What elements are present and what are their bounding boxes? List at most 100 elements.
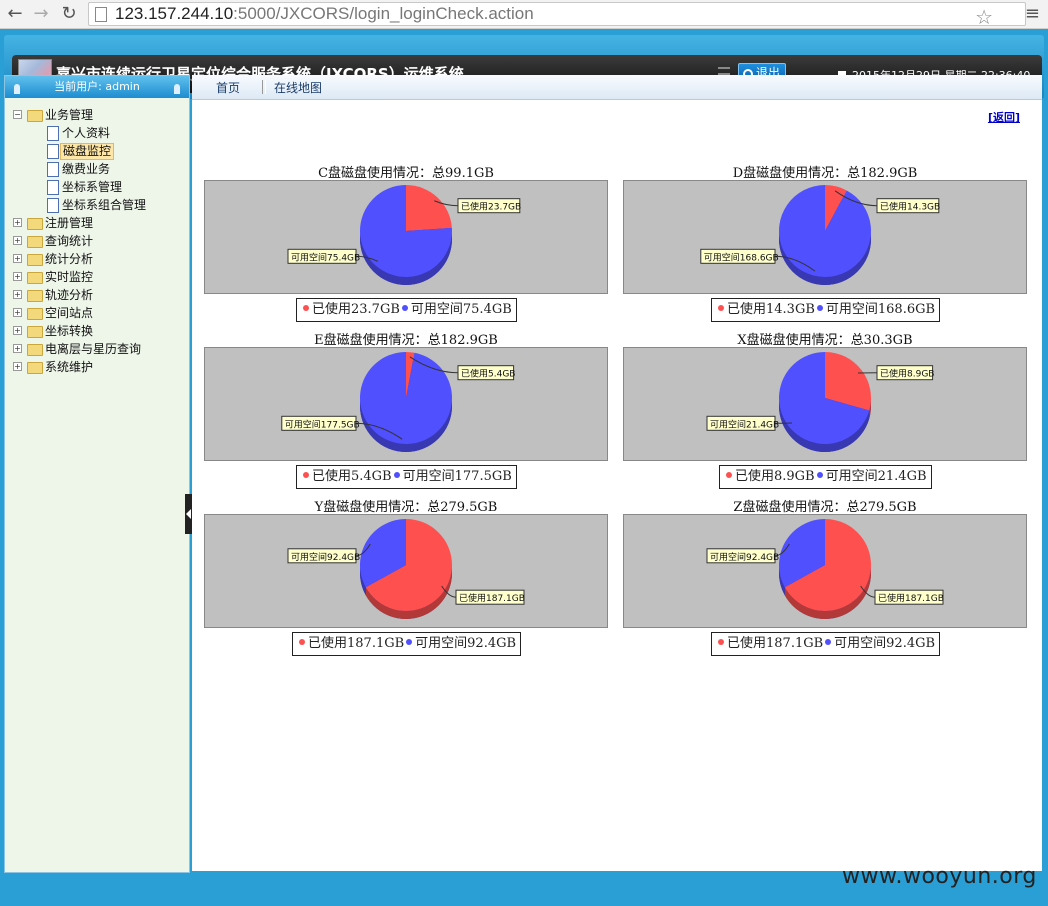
bookmark-star-icon[interactable]: ☆ — [975, 5, 993, 29]
tree-node[interactable]: + 统计分析 — [5, 250, 189, 268]
tree-leaf-label: 坐标系组合管理 — [62, 198, 147, 212]
back-arrow-icon[interactable]: ← — [4, 3, 26, 25]
chart-title: E盘磁盘使用情况：总182.9GB — [314, 333, 498, 348]
legend-entry: 已使用5.4GB — [312, 469, 392, 484]
expand-icon[interactable]: + — [13, 254, 22, 263]
document-icon — [47, 162, 59, 177]
tab-online-map[interactable]: 在线地图 — [274, 79, 322, 96]
tree-leaf[interactable]: 个人资料 — [5, 124, 189, 142]
back-link[interactable]: [返回] — [988, 109, 1020, 125]
chart-title: C盘磁盘使用情况：总99.1GB — [318, 166, 494, 181]
page-icon — [95, 7, 107, 22]
slice-label: 已使用187.1GB — [878, 592, 944, 604]
forward-arrow-icon[interactable]: → — [30, 3, 52, 25]
tree-leaf-label: 磁盘监控 — [60, 143, 115, 160]
slice-label: 可用空间21.4GB — [710, 418, 779, 430]
legend-entry: 可用空间92.4GB — [415, 636, 517, 651]
expand-icon[interactable]: + — [13, 272, 22, 281]
pie-plot-area: 已使用8.9GB 可用空间21.4GB — [623, 347, 1027, 461]
expand-icon[interactable]: + — [13, 362, 22, 371]
pie-plot-area: 已使用187.1GB 可用空间92.4GB — [623, 514, 1027, 628]
tree-leaf[interactable]: 磁盘监控 — [5, 142, 189, 160]
tree-node-label: 系统维护 — [45, 360, 94, 374]
legend-dot — [401, 305, 408, 311]
tree-leaf[interactable]: 缴费业务 — [5, 160, 189, 178]
tree-leaf-label: 缴费业务 — [62, 162, 111, 176]
tree-node-label: 空间站点 — [45, 306, 94, 320]
legend-dot — [303, 305, 309, 311]
legend-entry: 可用空间177.5GB — [402, 469, 512, 484]
tree-node[interactable]: + 查询统计 — [5, 232, 189, 250]
pie-plot-area: 已使用187.1GB 可用空间92.4GB — [204, 514, 608, 628]
address-bar[interactable]: 123.157.244.10:5000/JXCORS/login_loginCh… — [88, 2, 1026, 29]
browser-toolbar: ← → ↻ 123.157.244.10:5000/JXCORS/login_l… — [0, 0, 1048, 29]
document-icon — [47, 180, 59, 195]
left-sidebar: 当前用户: admin − 业务管理 个人资料 磁盘监控 缴费业务 坐标系管理 坐标系组合管… — [4, 75, 190, 873]
expand-icon[interactable]: + — [13, 236, 22, 245]
tree-leaf-label: 个人资料 — [62, 126, 111, 140]
folder-icon — [27, 344, 43, 356]
legend-dot — [299, 639, 305, 645]
reload-icon[interactable]: ↻ — [58, 3, 80, 25]
folder-icon — [27, 362, 43, 374]
chart-legend: 已使用187.1GB 可用空间92.4GB — [292, 632, 522, 656]
tree-node[interactable]: + 电离层与星历查询 — [5, 340, 189, 358]
slice-label: 可用空间177.5GB — [285, 418, 360, 430]
document-icon — [47, 144, 59, 159]
tree-node-label: 统计分析 — [45, 252, 94, 266]
tree-node[interactable]: + 坐标转换 — [5, 322, 189, 340]
expand-icon[interactable]: + — [13, 326, 22, 335]
collapse-icon[interactable]: − — [13, 110, 22, 119]
url-text[interactable]: 123.157.244.10:5000/JXCORS/login_loginCh… — [115, 4, 534, 24]
pie-chart: 已使用187.1GB 可用空间92.4GB — [706, 519, 944, 619]
pie-slice-used — [406, 185, 452, 231]
tab-divider — [262, 80, 266, 94]
legend-entry: 已使用23.7GB — [312, 302, 400, 317]
nav-tree: − 业务管理 个人资料 磁盘监控 缴费业务 坐标系管理 坐标系组合管理 + 注册管理 + 查询统计 +… — [5, 106, 189, 376]
folder-icon — [27, 290, 43, 302]
pie-plot-area: 已使用5.4GB 可用空间177.5GB — [204, 347, 608, 461]
tab-home[interactable]: 首页 — [216, 79, 240, 96]
tree-node[interactable]: + 注册管理 — [5, 214, 189, 232]
legend-entry: 已使用8.9GB — [735, 469, 815, 484]
slice-label: 已使用5.4GB — [461, 368, 515, 380]
expand-icon[interactable]: + — [13, 218, 22, 227]
tree-node-label: 坐标转换 — [45, 324, 94, 338]
slice-label: 可用空间92.4GB — [291, 551, 360, 563]
folder-icon — [27, 110, 43, 122]
tree-node-label: 查询统计 — [45, 234, 94, 248]
folder-icon — [27, 326, 43, 338]
folder-icon — [27, 218, 43, 230]
slice-label: 已使用187.1GB — [459, 592, 525, 604]
expand-icon[interactable]: + — [13, 308, 22, 317]
tree-leaf[interactable]: 坐标系管理 — [5, 178, 189, 196]
tree-node[interactable]: − 业务管理 — [5, 106, 189, 124]
tree-node[interactable]: + 实时监控 — [5, 268, 189, 286]
slice-label: 可用空间75.4GB — [291, 251, 360, 263]
legend-entry: 可用空间75.4GB — [410, 302, 512, 317]
chart-legend: 已使用23.7GB 可用空间75.4GB — [296, 298, 517, 322]
legend-entry: 可用空间21.4GB — [825, 469, 927, 484]
pie-chart: 已使用8.9GB 可用空间21.4GB — [706, 352, 934, 452]
tree-leaf[interactable]: 坐标系组合管理 — [5, 196, 189, 214]
pie-chart: 已使用187.1GB 可用空间92.4GB — [287, 519, 525, 619]
slice-label: 已使用14.3GB — [880, 201, 940, 213]
expand-icon[interactable]: + — [13, 290, 22, 299]
tree-node[interactable]: + 系统维护 — [5, 358, 189, 376]
expand-icon[interactable]: + — [13, 344, 22, 353]
legend-dot — [406, 639, 413, 645]
tree-leaf-label: 坐标系管理 — [62, 180, 123, 194]
legend-dot — [816, 305, 823, 311]
folder-icon — [27, 308, 43, 320]
collapse-sidebar-handle[interactable] — [185, 494, 192, 534]
pin-icon — [14, 84, 20, 94]
tree-node-label: 实时监控 — [45, 270, 94, 284]
tree-node[interactable]: + 空间站点 — [5, 304, 189, 322]
tree-node-label: 轨迹分析 — [45, 288, 94, 302]
pie-chart: 已使用5.4GB 可用空间177.5GB — [281, 352, 515, 452]
chart-title: D盘磁盘使用情况：总182.9GB — [732, 166, 918, 181]
tree-node[interactable]: + 轨迹分析 — [5, 286, 189, 304]
legend-entry: 已使用187.1GB — [727, 636, 824, 651]
browser-menu-icon[interactable]: ≡ — [1025, 3, 1040, 24]
legend-dot — [816, 472, 823, 478]
